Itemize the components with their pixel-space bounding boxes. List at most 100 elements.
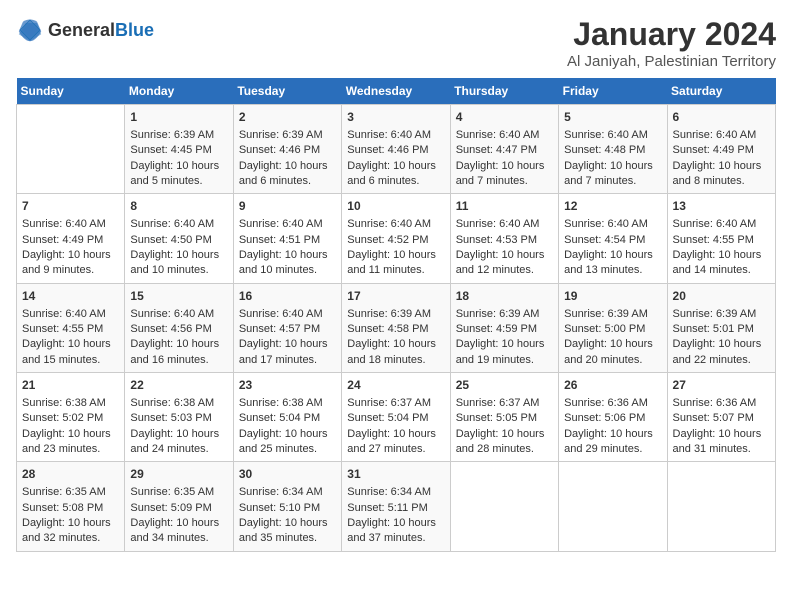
day-info: Sunset: 4:52 PM — [347, 233, 444, 248]
day-info: and 7 minutes. — [564, 174, 661, 189]
day-info: Sunset: 4:54 PM — [564, 233, 661, 248]
day-info: Sunrise: 6:35 AM — [130, 485, 227, 500]
day-info: Daylight: 10 hours — [239, 427, 336, 442]
day-info: and 6 minutes. — [347, 174, 444, 189]
day-info: Sunset: 5:07 PM — [673, 411, 770, 426]
day-info: and 20 minutes. — [564, 353, 661, 368]
day-info: and 31 minutes. — [673, 442, 770, 457]
day-info: Sunset: 4:58 PM — [347, 322, 444, 337]
calendar-cell: 31Sunrise: 6:34 AMSunset: 5:11 PMDayligh… — [342, 462, 450, 551]
week-row-1: 1Sunrise: 6:39 AMSunset: 4:45 PMDaylight… — [17, 105, 776, 194]
day-info: Sunrise: 6:40 AM — [347, 217, 444, 232]
day-number: 25 — [456, 377, 553, 394]
day-info: Sunrise: 6:40 AM — [22, 217, 119, 232]
day-info: Sunset: 4:55 PM — [22, 322, 119, 337]
day-info: Sunset: 4:47 PM — [456, 143, 553, 158]
weekday-header-saturday: Saturday — [667, 78, 775, 105]
day-info: Sunrise: 6:40 AM — [673, 217, 770, 232]
calendar-cell: 18Sunrise: 6:39 AMSunset: 4:59 PMDayligh… — [450, 283, 558, 372]
day-number: 27 — [673, 377, 770, 394]
day-info: Daylight: 10 hours — [130, 159, 227, 174]
day-info: Daylight: 10 hours — [22, 516, 119, 531]
day-info: Sunrise: 6:36 AM — [673, 396, 770, 411]
day-info: Sunset: 4:46 PM — [347, 143, 444, 158]
calendar-cell: 15Sunrise: 6:40 AMSunset: 4:56 PMDayligh… — [125, 283, 233, 372]
weekday-header-tuesday: Tuesday — [233, 78, 341, 105]
day-info: and 6 minutes. — [239, 174, 336, 189]
day-number: 6 — [673, 109, 770, 126]
calendar-cell — [450, 462, 558, 551]
day-info: Daylight: 10 hours — [456, 427, 553, 442]
day-info: and 12 minutes. — [456, 263, 553, 278]
day-number: 3 — [347, 109, 444, 126]
day-number: 20 — [673, 288, 770, 305]
day-info: Daylight: 10 hours — [239, 159, 336, 174]
calendar-cell — [17, 105, 125, 194]
calendar-cell: 12Sunrise: 6:40 AMSunset: 4:54 PMDayligh… — [559, 194, 667, 283]
calendar-cell: 22Sunrise: 6:38 AMSunset: 5:03 PMDayligh… — [125, 373, 233, 462]
day-info: Sunrise: 6:40 AM — [564, 128, 661, 143]
day-info: Sunset: 4:48 PM — [564, 143, 661, 158]
day-info: Sunset: 5:10 PM — [239, 501, 336, 516]
day-info: Sunset: 5:09 PM — [130, 501, 227, 516]
day-info: and 18 minutes. — [347, 353, 444, 368]
day-info: Sunrise: 6:40 AM — [347, 128, 444, 143]
day-info: Daylight: 10 hours — [130, 516, 227, 531]
day-number: 26 — [564, 377, 661, 394]
day-number: 31 — [347, 466, 444, 483]
day-info: Sunrise: 6:34 AM — [239, 485, 336, 500]
calendar-cell: 6Sunrise: 6:40 AMSunset: 4:49 PMDaylight… — [667, 105, 775, 194]
day-info: Daylight: 10 hours — [347, 337, 444, 352]
month-title: January 2024 — [567, 16, 776, 53]
calendar-cell: 23Sunrise: 6:38 AMSunset: 5:04 PMDayligh… — [233, 373, 341, 462]
day-info: Sunset: 4:57 PM — [239, 322, 336, 337]
logo-icon — [16, 16, 44, 44]
day-number: 30 — [239, 466, 336, 483]
day-info: Daylight: 10 hours — [22, 337, 119, 352]
weekday-header-monday: Monday — [125, 78, 233, 105]
calendar-cell: 21Sunrise: 6:38 AMSunset: 5:02 PMDayligh… — [17, 373, 125, 462]
day-info: Daylight: 10 hours — [239, 248, 336, 263]
day-info: Sunset: 4:45 PM — [130, 143, 227, 158]
weekday-header-row: SundayMondayTuesdayWednesdayThursdayFrid… — [17, 78, 776, 105]
day-info: Sunrise: 6:40 AM — [130, 217, 227, 232]
day-info: Sunset: 4:50 PM — [130, 233, 227, 248]
day-info: and 8 minutes. — [673, 174, 770, 189]
day-info: and 28 minutes. — [456, 442, 553, 457]
calendar-cell — [667, 462, 775, 551]
day-info: Sunrise: 6:40 AM — [456, 128, 553, 143]
day-info: and 25 minutes. — [239, 442, 336, 457]
day-info: Daylight: 10 hours — [347, 516, 444, 531]
calendar-cell: 1Sunrise: 6:39 AMSunset: 4:45 PMDaylight… — [125, 105, 233, 194]
day-info: and 17 minutes. — [239, 353, 336, 368]
day-info: Sunset: 5:03 PM — [130, 411, 227, 426]
weekday-header-thursday: Thursday — [450, 78, 558, 105]
day-info: and 14 minutes. — [673, 263, 770, 278]
calendar-cell: 10Sunrise: 6:40 AMSunset: 4:52 PMDayligh… — [342, 194, 450, 283]
day-info: Sunset: 4:49 PM — [22, 233, 119, 248]
day-number: 22 — [130, 377, 227, 394]
day-number: 4 — [456, 109, 553, 126]
calendar-cell: 9Sunrise: 6:40 AMSunset: 4:51 PMDaylight… — [233, 194, 341, 283]
day-info: Daylight: 10 hours — [564, 427, 661, 442]
day-number: 23 — [239, 377, 336, 394]
day-info: and 10 minutes. — [239, 263, 336, 278]
day-info: and 22 minutes. — [673, 353, 770, 368]
calendar-cell: 16Sunrise: 6:40 AMSunset: 4:57 PMDayligh… — [233, 283, 341, 372]
day-info: and 13 minutes. — [564, 263, 661, 278]
calendar-cell: 5Sunrise: 6:40 AMSunset: 4:48 PMDaylight… — [559, 105, 667, 194]
week-row-5: 28Sunrise: 6:35 AMSunset: 5:08 PMDayligh… — [17, 462, 776, 551]
day-number: 21 — [22, 377, 119, 394]
day-info: Daylight: 10 hours — [564, 248, 661, 263]
day-info: Sunrise: 6:37 AM — [347, 396, 444, 411]
day-info: Sunrise: 6:40 AM — [456, 217, 553, 232]
day-info: Sunrise: 6:39 AM — [347, 307, 444, 322]
calendar-cell: 27 Sunrise: 6:36 AMSunset: 5:07 PMDayligh… — [667, 373, 775, 462]
calendar-cell: 24Sunrise: 6:37 AMSunset: 5:04 PMDayligh… — [342, 373, 450, 462]
day-info: Sunrise: 6:39 AM — [456, 307, 553, 322]
day-info: Daylight: 10 hours — [673, 427, 770, 442]
page-header: GeneralBlue January 2024 Al Janiyah, Pal… — [16, 16, 776, 70]
day-info: Sunset: 4:51 PM — [239, 233, 336, 248]
day-info: Sunrise: 6:39 AM — [130, 128, 227, 143]
day-info: Daylight: 10 hours — [22, 427, 119, 442]
